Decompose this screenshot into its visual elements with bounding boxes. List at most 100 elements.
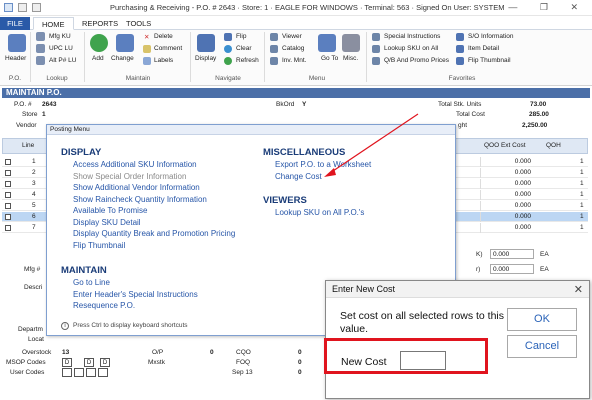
item-detail-button[interactable]: Item Detail <box>468 45 499 52</box>
annotation-highlight-box <box>324 338 488 374</box>
display-menu-item[interactable]: Access Additional SKU Information <box>73 160 197 169</box>
qb-promo-button[interactable]: Q/B And Promo Prices <box>384 57 449 64</box>
row-line-number: 1 <box>32 158 36 165</box>
flip-button[interactable]: Flip <box>236 33 246 40</box>
bkord-value: Y <box>302 101 307 108</box>
special-instructions-button[interactable]: Special Instructions <box>384 33 440 40</box>
user-codes-label: User Codes <box>10 369 45 376</box>
dialog-message: Set cost on all selected rows to this va… <box>340 310 504 335</box>
group-separator <box>366 32 367 82</box>
user-code-4[interactable] <box>98 368 108 377</box>
maintain-menu-item[interactable]: Resequence P.O. <box>73 301 135 310</box>
grid-header-qoo: QOO Ext Cost <box>484 142 526 149</box>
location-field-label: Locat <box>28 336 44 343</box>
group-maintain-label: Maintain <box>125 75 151 82</box>
sep-value: 0 <box>298 369 302 376</box>
display-menu-item[interactable]: Display SKU Detail <box>73 218 141 227</box>
viewers-menu-item[interactable]: Lookup SKU on All P.O.'s <box>275 208 364 217</box>
display-button[interactable]: Display <box>195 55 216 62</box>
inv-mnt-button[interactable]: Inv. Mnt. <box>282 57 306 64</box>
display-menu-item[interactable]: Display Quantity Break and Promotion Pri… <box>73 229 235 238</box>
comment-button[interactable]: Comment <box>154 45 182 52</box>
row-checkbox[interactable] <box>5 170 11 176</box>
misc-menu-item[interactable]: Export P.O. to a Worksheet <box>275 160 371 169</box>
side-r-label: r) <box>476 266 481 273</box>
alt-pn-lu-button[interactable]: Alt P# LU <box>49 57 76 64</box>
labels-button[interactable]: Labels <box>154 57 173 64</box>
user-code-1[interactable] <box>62 368 72 377</box>
change-button[interactable]: Change <box>111 55 134 62</box>
user-code-3[interactable] <box>86 368 96 377</box>
go-to-button[interactable]: Go To <box>321 55 338 62</box>
po-number-label: P.O. # <box>14 101 32 108</box>
row-checkbox[interactable] <box>5 192 11 198</box>
tab-home[interactable]: HOME <box>33 17 74 30</box>
ok-button[interactable]: OK <box>507 308 577 331</box>
delete-button[interactable]: Delete <box>154 33 173 40</box>
display-menu-item[interactable]: Show Raincheck Quantity Information <box>73 195 207 204</box>
row-checkbox[interactable] <box>5 214 11 220</box>
clear-button[interactable]: Clear <box>236 45 252 52</box>
row-checkbox[interactable] <box>5 225 11 231</box>
group-separator <box>84 32 85 82</box>
total-cost-label: Total Cost <box>456 111 485 118</box>
flip-thumbnail-button[interactable]: Flip Thumbnail <box>468 57 511 64</box>
side-r-unit: EA <box>540 266 549 273</box>
lookup-sku-icon <box>372 45 380 53</box>
row-qoh-cell: 1 <box>580 158 584 165</box>
header-button[interactable]: Header <box>5 55 26 62</box>
cqo-label: CQO <box>236 349 251 356</box>
group-navigate-label: Navigate <box>215 75 241 82</box>
side-k-unit: EA <box>540 251 549 258</box>
row-line-number: 3 <box>32 180 36 187</box>
header-icon <box>8 34 26 52</box>
row-checkbox[interactable] <box>5 159 11 165</box>
add-button[interactable]: Add <box>92 55 104 62</box>
msop-code-1[interactable]: D <box>62 358 72 367</box>
display-menu-item[interactable]: Flip Thumbnail <box>73 241 125 250</box>
display-menu-item[interactable]: Show Additional Vendor Information <box>73 183 200 192</box>
cancel-button[interactable]: Cancel <box>507 335 577 358</box>
inv-mnt-icon <box>270 57 278 65</box>
refresh-button[interactable]: Refresh <box>236 57 259 64</box>
save-icon[interactable] <box>18 3 27 12</box>
flip-thumbnail-icon <box>456 57 464 65</box>
upc-lookup-icon <box>36 44 45 53</box>
row-checkbox[interactable] <box>5 181 11 187</box>
vendor-label: Vendor <box>16 122 37 129</box>
undo-icon[interactable] <box>32 3 41 12</box>
side-r-field[interactable]: 0.000 <box>490 264 534 274</box>
side-k-field[interactable]: 0.000 <box>490 249 534 259</box>
lookup-sku-all-button[interactable]: Lookup SKU on All <box>384 45 438 52</box>
msop-code-3[interactable]: D <box>100 358 110 367</box>
group-po-label: P.O. <box>8 75 22 82</box>
tab-file[interactable]: FILE <box>0 17 30 30</box>
qb-promo-icon <box>372 57 380 65</box>
catalog-button[interactable]: Catalog <box>282 45 304 52</box>
so-information-button[interactable]: S/O Information <box>468 33 514 40</box>
viewers-section-title: VIEWERS <box>263 195 307 206</box>
msop-code-2[interactable]: D <box>84 358 94 367</box>
overstock-label: Overstock <box>22 349 52 356</box>
cqo-value: 0 <box>298 349 302 356</box>
weight-value: 2,250.00 <box>522 122 548 129</box>
grid-header-qoh: QOH <box>546 142 561 149</box>
row-checkbox[interactable] <box>5 203 11 209</box>
row-qoo-cell: 0.000 <box>480 168 534 178</box>
close-icon[interactable]: ✕ <box>574 283 583 296</box>
group-lookup-label: Lookup <box>46 75 68 82</box>
display-menu-item[interactable]: Available To Promise <box>73 206 147 215</box>
refresh-icon <box>224 57 232 65</box>
maintain-menu-item[interactable]: Enter Header's Special Instructions <box>73 290 198 299</box>
user-code-2[interactable] <box>74 368 84 377</box>
display-icon <box>197 34 215 52</box>
maintain-menu-item[interactable]: Go to Line <box>73 278 110 287</box>
window-controls[interactable]: — ❐ ✕ <box>508 2 588 13</box>
misc-menu-item[interactable]: Change Cost <box>275 172 322 181</box>
viewer-button[interactable]: Viewer <box>282 33 302 40</box>
misc-button[interactable]: Misc. <box>343 55 358 62</box>
tab-tools[interactable]: TOOLS <box>118 17 159 30</box>
upc-lu-button[interactable]: UPC LU <box>49 45 73 52</box>
mfg-ku-button[interactable]: Mfg KU <box>49 33 71 40</box>
group-separator <box>264 32 265 82</box>
